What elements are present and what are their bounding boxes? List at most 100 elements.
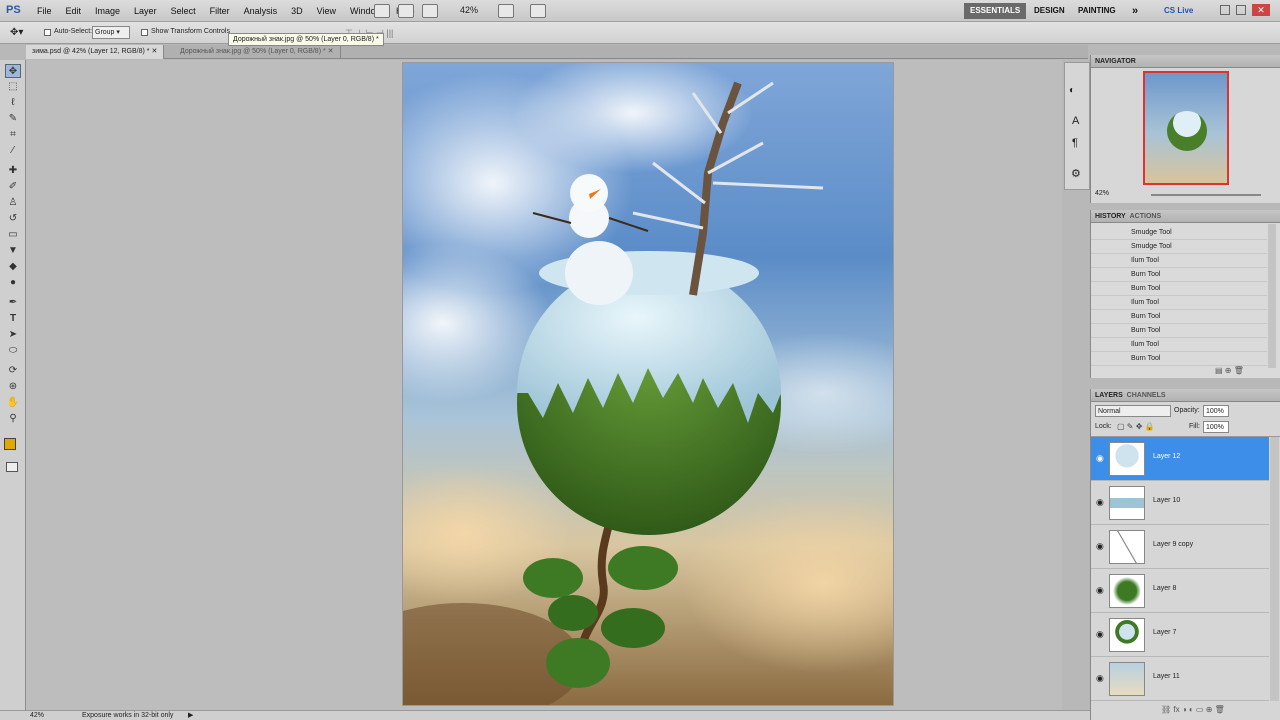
hand-tool-icon[interactable]: ✋ bbox=[5, 396, 21, 410]
layer-row[interactable]: ◉ Layer 11 bbox=[1091, 657, 1269, 701]
menu-select[interactable]: Select bbox=[164, 6, 203, 16]
workspace-painting[interactable]: PAINTING bbox=[1072, 3, 1122, 19]
menu-view[interactable]: View bbox=[310, 6, 343, 16]
document-canvas[interactable] bbox=[402, 62, 894, 706]
menu-layer[interactable]: Layer bbox=[127, 6, 164, 16]
eyedropper-tool-icon[interactable]: ⁄ bbox=[5, 144, 21, 158]
tab-channels[interactable]: CHANNELS bbox=[1127, 392, 1166, 399]
pen-tool-icon[interactable]: ✒ bbox=[5, 296, 21, 310]
eye-icon[interactable]: ◉ bbox=[1096, 673, 1104, 684]
history-item[interactable]: Burn Tool bbox=[1091, 324, 1267, 338]
bridge-icon[interactable] bbox=[374, 4, 390, 18]
cs-live-button[interactable]: CS Live bbox=[1158, 3, 1199, 19]
navigator-zoom-slider[interactable] bbox=[1151, 194, 1261, 196]
move-tool-icon[interactable]: ✥▾ bbox=[10, 27, 23, 38]
opacity-input[interactable]: 100% bbox=[1203, 405, 1229, 417]
eraser-tool-icon[interactable]: ▭ bbox=[5, 228, 21, 242]
tab-layers[interactable]: LAYERS bbox=[1095, 392, 1123, 399]
layers-scrollbar[interactable] bbox=[1270, 437, 1279, 701]
navigator-thumbnail[interactable] bbox=[1143, 71, 1229, 185]
healing-brush-tool-icon[interactable]: ✚ bbox=[5, 164, 21, 178]
history-item[interactable]: Burn Tool bbox=[1091, 310, 1267, 324]
layer-row[interactable]: ◉ Layer 10 bbox=[1091, 481, 1269, 525]
fill-input[interactable]: 100% bbox=[1203, 421, 1229, 433]
history-item[interactable]: Smudge Tool bbox=[1091, 226, 1267, 240]
layer-row[interactable]: ◉ Layer 9 copy bbox=[1091, 525, 1269, 569]
color-panel-icon[interactable]: ◐ bbox=[1069, 85, 1075, 96]
character-panel-icon[interactable]: A bbox=[1072, 115, 1079, 127]
workspace-essentials[interactable]: ESSENTIALS bbox=[964, 3, 1027, 19]
paint-bucket-tool-icon[interactable]: ▼ bbox=[5, 244, 21, 258]
layer-row-selected[interactable]: ◉ Layer 12 bbox=[1091, 437, 1269, 481]
menu-image[interactable]: Image bbox=[88, 6, 127, 16]
mini-bridge-icon[interactable] bbox=[398, 4, 414, 18]
history-item[interactable]: Burn Tool bbox=[1091, 352, 1267, 366]
auto-select-checkbox[interactable] bbox=[44, 29, 51, 36]
layers-footer-icons[interactable]: ⛓ fx ◑ ◐ ▭ ⊕ 🗑 bbox=[1161, 705, 1225, 714]
group-select[interactable]: Group ▾ bbox=[92, 26, 130, 39]
eye-icon[interactable]: ◉ bbox=[1096, 629, 1104, 640]
view-extras-icon[interactable] bbox=[422, 4, 438, 18]
minimize-icon[interactable] bbox=[1220, 5, 1230, 15]
navigator-zoom-value[interactable]: 42% bbox=[1095, 190, 1109, 197]
eye-icon[interactable]: ◉ bbox=[1096, 497, 1104, 508]
3d-rotate-tool-icon[interactable]: ⟳ bbox=[5, 364, 21, 378]
blend-mode-select[interactable]: Normal bbox=[1095, 405, 1171, 417]
shape-tool-icon[interactable]: ⬭ bbox=[5, 344, 21, 358]
close-icon[interactable]: ✕ bbox=[1252, 4, 1270, 16]
history-item[interactable]: Ilum Tool bbox=[1091, 296, 1267, 310]
tab-close-icon[interactable]: ✕ bbox=[151, 48, 157, 55]
zoom-level-select[interactable]: 42% bbox=[460, 5, 478, 15]
marquee-tool-icon[interactable]: ⬚ bbox=[5, 80, 21, 94]
zoom-tool-icon[interactable]: ⚲ bbox=[5, 412, 21, 426]
menu-filter[interactable]: Filter bbox=[203, 6, 237, 16]
history-scrollbar[interactable] bbox=[1268, 224, 1276, 368]
foreground-color-swatch[interactable] bbox=[4, 438, 16, 450]
tab-road-sign-jpg[interactable]: Дорожный знак.jpg @ 50% (Layer 0, RGB/8)… bbox=[174, 45, 341, 59]
layer-row[interactable]: ◉ Layer 7 bbox=[1091, 613, 1269, 657]
path-select-tool-icon[interactable]: ➤ bbox=[5, 328, 21, 342]
history-item[interactable]: Burn Tool bbox=[1091, 268, 1267, 282]
arrange-docs-icon[interactable] bbox=[498, 4, 514, 18]
history-item[interactable]: Smudge Tool bbox=[1091, 240, 1267, 254]
menu-analysis[interactable]: Analysis bbox=[237, 6, 285, 16]
eye-icon[interactable]: ◉ bbox=[1096, 585, 1104, 596]
history-item[interactable]: Burn Tool bbox=[1091, 282, 1267, 296]
tab-close-icon[interactable]: ✕ bbox=[328, 48, 334, 55]
status-zoom[interactable]: 42% bbox=[30, 711, 44, 720]
lasso-tool-icon[interactable]: ℓ bbox=[5, 96, 21, 110]
tab-actions[interactable]: ACTIONS bbox=[1130, 213, 1162, 220]
menu-file[interactable]: File bbox=[30, 6, 59, 16]
eye-icon[interactable]: ◉ bbox=[1096, 541, 1104, 552]
restore-icon[interactable] bbox=[1236, 5, 1246, 15]
tab-zima-psd[interactable]: зима.psd @ 42% (Layer 12, RGB/8) * ✕ bbox=[26, 45, 165, 59]
history-item[interactable]: Ilum Tool bbox=[1091, 254, 1267, 268]
history-footer-icons[interactable]: ▤ ⊕ 🗑 bbox=[1215, 366, 1244, 375]
quick-mask-icon[interactable] bbox=[6, 462, 18, 472]
workspace-design[interactable]: DESIGN bbox=[1028, 3, 1071, 19]
blur-tool-icon[interactable]: ◆ bbox=[5, 260, 21, 274]
3d-orbit-tool-icon[interactable]: ⊛ bbox=[5, 380, 21, 394]
history-item[interactable]: Ilum Tool bbox=[1091, 338, 1267, 352]
history-brush-tool-icon[interactable]: ↺ bbox=[5, 212, 21, 226]
tab-history[interactable]: HISTORY bbox=[1095, 213, 1126, 220]
clone-source-panel-icon[interactable]: ⚙ bbox=[1071, 167, 1081, 180]
transform-controls-checkbox[interactable] bbox=[141, 29, 148, 36]
blend-mode-value: Normal bbox=[1098, 408, 1121, 415]
move-tool-icon[interactable]: ✥ bbox=[5, 64, 21, 78]
dodge-tool-icon[interactable]: ● bbox=[5, 276, 21, 290]
crop-tool-icon[interactable]: ⌗ bbox=[5, 128, 21, 142]
paragraph-panel-icon[interactable]: ¶ bbox=[1072, 137, 1078, 149]
menu-edit[interactable]: Edit bbox=[59, 6, 89, 16]
layer-row[interactable]: ◉ Layer 8 bbox=[1091, 569, 1269, 613]
screen-mode-icon[interactable] bbox=[530, 4, 546, 18]
status-menu-arrow-icon[interactable]: ▶ bbox=[188, 711, 193, 720]
brush-tool-icon[interactable]: ✐ bbox=[5, 180, 21, 194]
clone-stamp-tool-icon[interactable]: ♙ bbox=[5, 196, 21, 210]
eye-icon[interactable]: ◉ bbox=[1096, 453, 1104, 464]
quick-select-tool-icon[interactable]: ✎ bbox=[5, 112, 21, 126]
menu-3d[interactable]: 3D bbox=[284, 6, 310, 16]
type-tool-icon[interactable]: T bbox=[5, 312, 21, 326]
workspace-more[interactable]: » bbox=[1126, 3, 1144, 19]
lock-icons[interactable]: ▢ ✎ ✥ 🔒 bbox=[1117, 422, 1155, 431]
